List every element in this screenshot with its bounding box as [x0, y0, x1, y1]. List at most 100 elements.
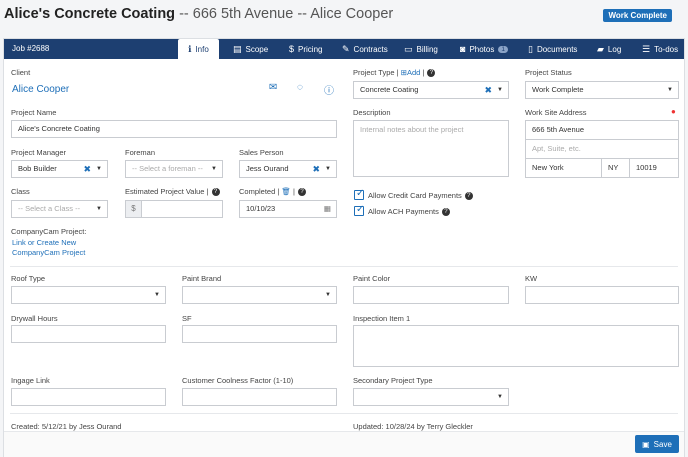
companycam-label: CompanyCam Project:	[11, 227, 87, 236]
created-meta: Created: 5/12/21 by Jess Ourand	[11, 422, 122, 431]
completed-date-value: 10/10/23	[246, 204, 276, 213]
inspection-item-textarea[interactable]	[353, 325, 679, 367]
completed-date-input[interactable]: 10/10/23 ▦	[239, 200, 337, 218]
project-status-value: Work Complete	[532, 85, 584, 94]
tab-label: Documents	[536, 44, 578, 54]
sf-input[interactable]	[182, 325, 337, 343]
job-number: Job #2688	[12, 44, 50, 53]
foreman-select[interactable]: -- Select a foreman -- ▼	[125, 160, 223, 178]
secondary-project-type-select[interactable]: ▼	[353, 388, 509, 406]
section-divider	[10, 413, 678, 414]
project-manager-label: Project Manager	[11, 148, 67, 157]
clear-icon[interactable]: ✖	[484, 82, 492, 98]
state-input[interactable]: NY	[601, 158, 630, 178]
coolness-factor-label: Customer Coolness Factor (1-10)	[182, 376, 294, 385]
client-name-link[interactable]: Alice Cooper	[12, 84, 69, 95]
city-input[interactable]: New York	[525, 158, 602, 178]
add-project-type-link[interactable]: ⊞Add	[401, 68, 421, 77]
kw-label: KW	[525, 274, 538, 283]
save-bar: ▣ Save	[4, 431, 684, 457]
chevron-down-icon: ▼	[96, 166, 102, 172]
tab-label: Pricing	[298, 44, 323, 54]
chevron-down-icon: ▼	[211, 166, 217, 172]
secondary-project-type-label: Secondary Project Type	[353, 376, 433, 385]
clear-icon[interactable]: ✖	[83, 161, 91, 177]
address-line2-input[interactable]: Apt, Suite, etc.	[525, 139, 679, 159]
class-placeholder: -- Select a Class --	[18, 204, 81, 213]
sales-person-select[interactable]: Jess Ourand ✖ ▼	[239, 160, 337, 178]
class-select[interactable]: -- Select a Class -- ▼	[11, 200, 108, 218]
currency-addon: $	[125, 200, 142, 218]
list-icon: ▤	[233, 43, 242, 54]
work-site-address-label: Work Site Address	[525, 108, 587, 117]
paint-color-label: Paint Color	[353, 274, 391, 283]
drywall-hours-input[interactable]	[11, 325, 166, 343]
estimated-value-input[interactable]	[141, 200, 223, 218]
project-status-select[interactable]: Work Complete ▼	[525, 81, 679, 99]
tab-billing[interactable]: ▭ Billing	[404, 39, 438, 59]
roof-type-label: Roof Type	[11, 274, 46, 283]
estimated-value-label: Estimated Project Value |?	[125, 187, 220, 197]
allow-ach-text: Allow ACH Payments	[368, 207, 439, 216]
help-icon[interactable]: ?	[298, 188, 306, 197]
floppy-icon: ▣	[642, 439, 650, 449]
clear-icon[interactable]: ✖	[312, 161, 320, 177]
tab-scope[interactable]: ▤ Scope	[233, 39, 268, 59]
dollar-icon: $	[289, 44, 295, 54]
kw-input[interactable]	[525, 286, 679, 304]
tab-contracts[interactable]: ✎ Contracts	[342, 39, 388, 59]
companycam-link-line1[interactable]: Link or Create New	[12, 238, 76, 247]
help-icon[interactable]: ?	[441, 208, 450, 217]
add-label: Add	[406, 68, 421, 77]
tab-todos[interactable]: ☰ To-dos	[642, 39, 678, 59]
allow-credit-card-checkbox[interactable]	[354, 188, 364, 200]
allow-ach-label: Allow ACH Payments?	[368, 207, 450, 217]
save-label: Save	[653, 439, 672, 449]
help-icon[interactable]: ?	[427, 69, 436, 78]
tab-label: Info	[195, 44, 209, 54]
address-line1-input[interactable]: 666 5th Avenue	[525, 120, 679, 140]
help-icon[interactable]: ?	[211, 188, 220, 197]
sf-label: SF	[182, 314, 192, 323]
chevron-down-icon: ▼	[154, 292, 160, 298]
foreman-placeholder: -- Select a foreman --	[132, 164, 203, 173]
info-circle-icon[interactable]: ⓘ	[324, 82, 334, 97]
tab-label: Contracts	[353, 44, 388, 54]
companycam-link-line2[interactable]: CompanyCam Project	[12, 248, 85, 257]
zip-input[interactable]: 10019	[629, 158, 679, 178]
save-button[interactable]: ▣ Save	[635, 435, 679, 453]
chevron-down-icon: ▼	[667, 87, 673, 93]
page-title: Alice's Concrete Coating -- 666 5th Aven…	[4, 6, 393, 22]
tab-documents[interactable]: ▯ Documents	[528, 39, 577, 59]
ingage-link-input[interactable]	[11, 388, 166, 406]
tab-log[interactable]: ▰ Log	[597, 39, 621, 59]
email-icon[interactable]: ✉	[269, 82, 277, 93]
project-type-select[interactable]: Concrete Coating ✖ ▼	[353, 81, 509, 99]
chevron-down-icon: ▼	[325, 292, 331, 298]
tab-pricing[interactable]: $ Pricing	[289, 39, 322, 59]
tab-label: Billing	[416, 44, 438, 54]
job-panel: Job #2688 ℹ Info ▤ Scope $ Pricing ✎ Contrac…	[3, 38, 685, 457]
project-name-input[interactable]: Alice's Concrete Coating	[11, 120, 337, 138]
page-header: Alice's Concrete Coating -- 666 5th Aven…	[0, 0, 688, 38]
info-icon: ℹ	[188, 43, 192, 54]
job-client-title: Alice's Concrete Coating	[4, 6, 176, 22]
help-icon[interactable]: ?	[464, 192, 473, 201]
paint-brand-label: Paint Brand	[182, 274, 222, 283]
roof-type-select[interactable]: ▼	[11, 286, 166, 304]
tab-info[interactable]: ℹ Info	[178, 39, 219, 59]
allow-ach-checkbox[interactable]	[354, 204, 364, 216]
project-name-label: Project Name	[11, 108, 57, 117]
sms-icon[interactable]: ◌	[297, 82, 303, 93]
description-textarea[interactable]: Internal notes about the project	[353, 120, 509, 177]
trash-icon[interactable]: 🗑	[281, 187, 291, 196]
project-manager-select[interactable]: Bob Builder ✖ ▼	[11, 160, 108, 178]
paint-color-input[interactable]	[353, 286, 509, 304]
calendar-icon[interactable]: ▦	[324, 201, 331, 217]
tab-photos[interactable]: ◙ Photos 1	[460, 39, 508, 59]
coolness-factor-input[interactable]	[182, 388, 337, 406]
chevron-down-icon: ▼	[325, 166, 331, 172]
map-pin-icon[interactable]: ●	[671, 107, 676, 116]
paint-brand-select[interactable]: ▼	[182, 286, 337, 304]
card-icon: ▭	[404, 43, 413, 54]
